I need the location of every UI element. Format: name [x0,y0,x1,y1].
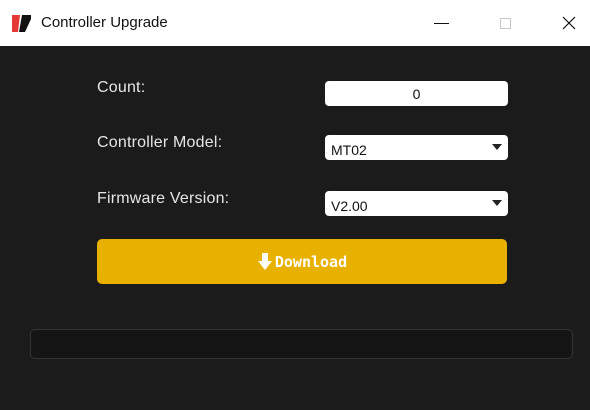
firmware-version-value: V2.00 [331,197,368,214]
app-window: Controller Upgrade Count: Controller Mod… [0,0,590,410]
controller-model-value: MT02 [331,141,367,158]
maximize-button[interactable] [482,0,528,46]
controller-model-select[interactable]: MT02 [325,135,508,160]
firmware-version-select[interactable]: V2.00 [325,191,508,216]
download-label: Download [274,252,348,271]
dropdown-arrow-icon [492,200,502,206]
download-button[interactable]: Download [97,239,507,284]
progress-bar [30,329,573,359]
minimize-icon [433,22,449,24]
title-bar[interactable]: Controller Upgrade [0,0,590,46]
count-label: Count: [97,79,146,96]
app-logo-icon [12,15,31,32]
dropdown-arrow-icon [492,144,502,150]
firmware-version-label: Firmware Version: [97,190,230,207]
window-title: Controller Upgrade [41,14,168,31]
download-arrow-icon [257,252,272,270]
minimize-button[interactable] [418,0,464,46]
maximize-icon [499,17,511,29]
close-icon [562,16,576,30]
controller-model-label: Controller Model: [97,134,223,151]
count-input[interactable] [325,81,508,106]
main-content: Count: Controller Model: MT02 Firmware V… [0,46,590,410]
close-button[interactable] [546,0,590,46]
